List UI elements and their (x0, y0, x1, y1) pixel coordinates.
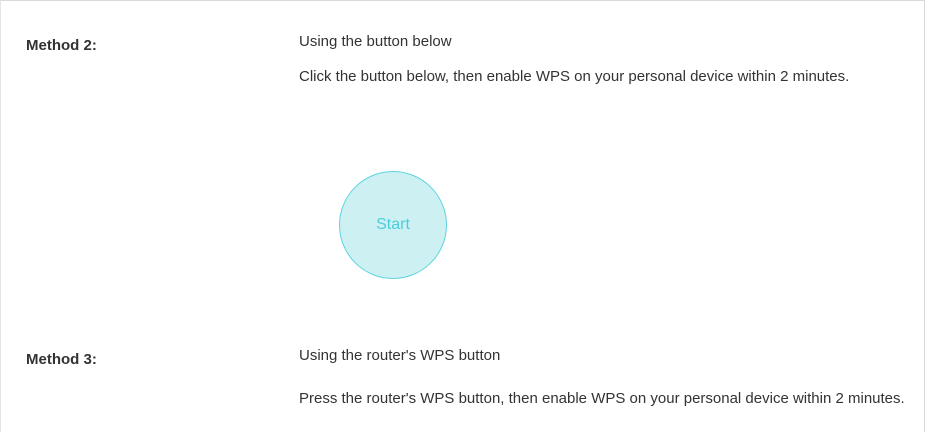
method-2-description: Click the button below, then enable WPS … (299, 68, 850, 85)
wps-settings-panel: Method 2: Using the button below Click t… (0, 0, 925, 432)
method-3-heading: Using the router's WPS button (299, 347, 501, 364)
method-3-description: Press the router's WPS button, then enab… (299, 390, 905, 407)
method-2-label: Method 2: (26, 37, 97, 54)
method-2-heading: Using the button below (299, 33, 452, 50)
wps-start-button[interactable]: Start (339, 171, 447, 279)
method-3-label: Method 3: (26, 351, 97, 368)
